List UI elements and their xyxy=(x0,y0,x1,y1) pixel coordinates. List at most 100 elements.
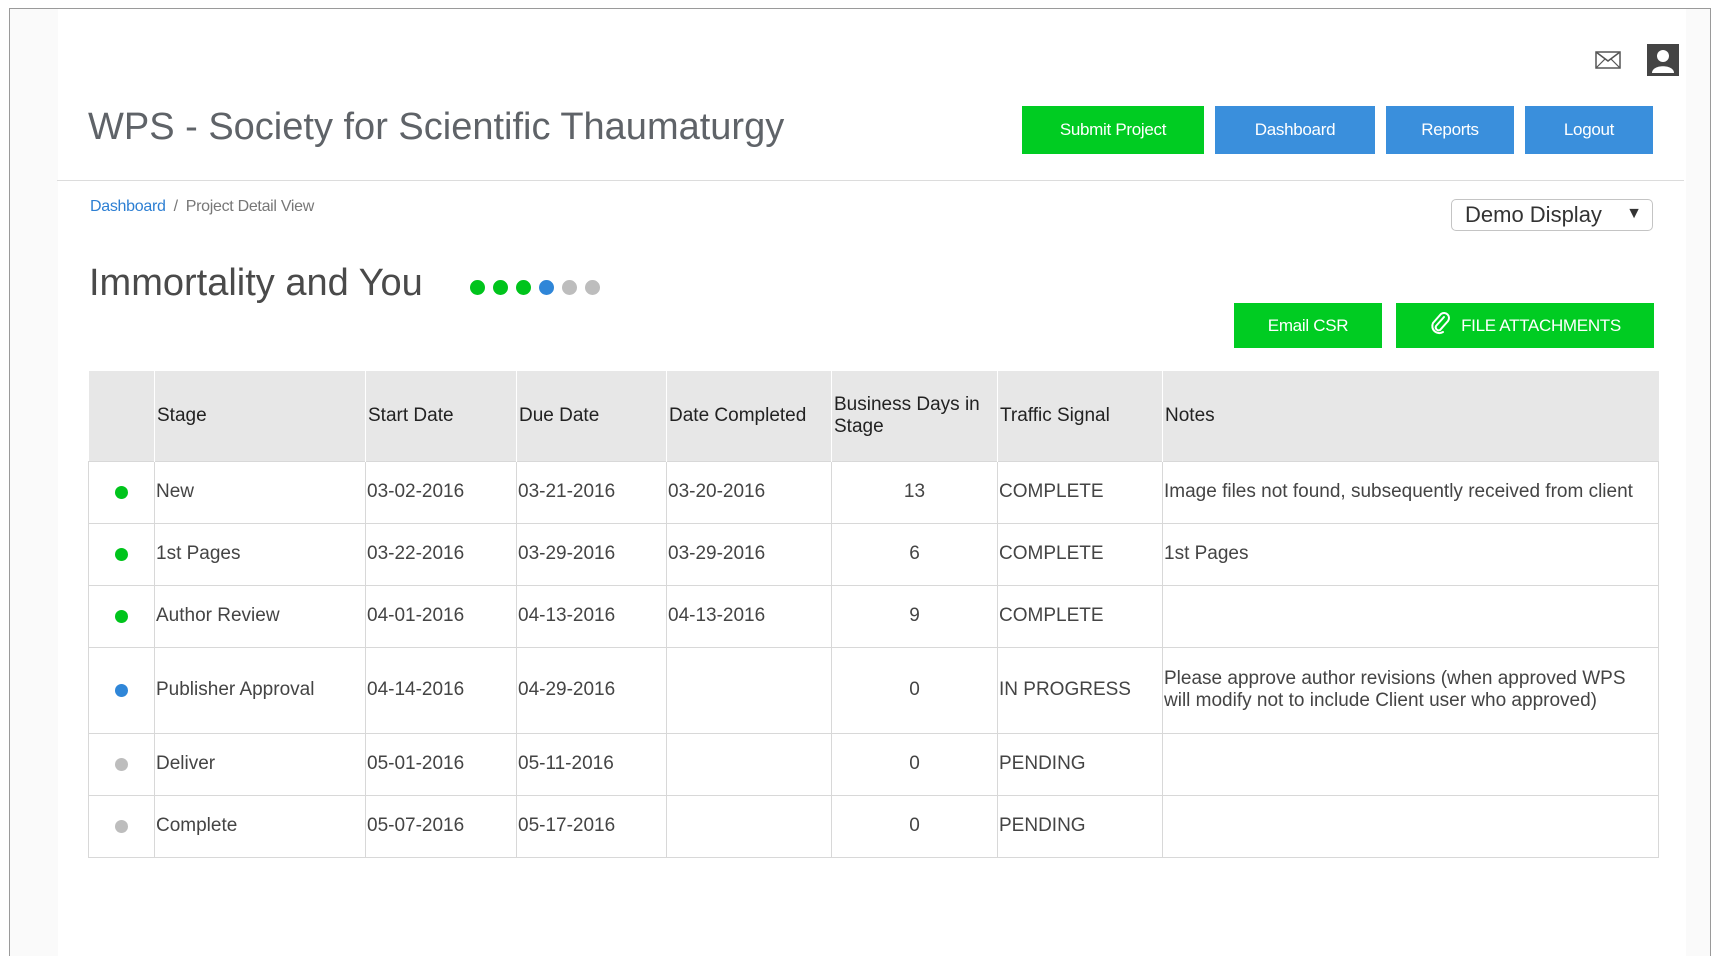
header-notes: Notes xyxy=(1162,371,1659,461)
top-icon-bar xyxy=(1595,44,1679,76)
start-date-cell: 05-07-2016 xyxy=(365,794,517,858)
file-attachments-label: FILE ATTACHMENTS xyxy=(1461,315,1621,335)
breadcrumb-separator: / xyxy=(173,198,178,215)
table-header-row: Stage Start Date Due Date Date Completed… xyxy=(88,371,1659,461)
business-days-cell: 0 xyxy=(831,732,998,796)
header-start-date: Start Date xyxy=(365,371,517,461)
start-date-cell: 05-01-2016 xyxy=(365,732,517,796)
main-nav: Submit Project Dashboard Reports Logout xyxy=(1022,106,1653,154)
due-date-cell: 04-13-2016 xyxy=(516,584,667,648)
status-cell xyxy=(88,584,155,648)
notes-cell xyxy=(1162,732,1659,796)
stage-cell: Complete xyxy=(154,794,366,858)
start-date-cell: 04-14-2016 xyxy=(365,646,517,734)
table-row: Author Review 04-01-2016 04-13-2016 04-13-2… xyxy=(88,584,1659,648)
business-days-cell: 9 xyxy=(831,584,998,648)
table-row: New 03-02-2016 03-21-2016 03-20-2016 13 COMPL… xyxy=(88,460,1659,524)
table-row: Deliver 05-01-2016 05-11-2016 0 PENDING xyxy=(88,732,1659,796)
stage-cell: Author Review xyxy=(154,584,366,648)
right-gutter xyxy=(1686,9,1710,956)
due-date-cell: 03-29-2016 xyxy=(516,522,667,586)
status-dot-icon xyxy=(115,547,128,561)
traffic-signal-cell: IN PROGRESS xyxy=(997,646,1163,734)
breadcrumb-dashboard-link[interactable]: Dashboard xyxy=(90,198,166,216)
business-days-cell: 13 xyxy=(831,460,998,524)
table-row: 1st Pages 03-22-2016 03-29-2016 03-29-2016 6… xyxy=(88,522,1659,586)
progress-dot xyxy=(539,280,554,295)
table-row: Complete 05-07-2016 05-17-2016 0 PENDING xyxy=(88,794,1659,858)
mail-icon[interactable] xyxy=(1595,51,1621,69)
stage-progress-indicator xyxy=(470,280,600,295)
header-due-date: Due Date xyxy=(516,371,667,461)
table-row: Publisher Approval 04-14-2016 04-29-2016 0 I… xyxy=(88,646,1659,734)
project-title: Immortality and You xyxy=(89,262,423,304)
progress-dot xyxy=(516,280,531,295)
date-completed-cell: 03-29-2016 xyxy=(666,522,832,586)
header-status xyxy=(88,371,155,461)
status-dot-icon xyxy=(115,819,128,833)
notes-cell xyxy=(1162,794,1659,858)
stage-cell: Publisher Approval xyxy=(154,646,366,734)
status-cell xyxy=(88,794,155,858)
due-date-cell: 05-11-2016 xyxy=(516,732,667,796)
header-divider xyxy=(57,180,1684,181)
logout-button[interactable]: Logout xyxy=(1525,106,1653,154)
paperclip-icon xyxy=(1429,311,1451,340)
business-days-cell: 0 xyxy=(831,646,998,734)
breadcrumb-current: Project Detail View xyxy=(185,198,315,215)
status-dot-icon xyxy=(115,609,128,623)
stage-table: Stage Start Date Due Date Date Completed… xyxy=(88,371,1659,858)
status-dot-icon xyxy=(115,485,128,499)
left-gutter xyxy=(10,9,58,956)
due-date-cell: 05-17-2016 xyxy=(516,794,667,858)
traffic-signal-cell: COMPLETE xyxy=(997,522,1163,586)
due-date-cell: 04-29-2016 xyxy=(516,646,667,734)
start-date-cell: 03-02-2016 xyxy=(365,460,517,524)
submit-project-button[interactable]: Submit Project xyxy=(1022,106,1204,154)
progress-dot xyxy=(470,280,485,295)
status-cell xyxy=(88,460,155,524)
header-traffic-signal: Traffic Signal xyxy=(997,371,1163,461)
start-date-cell: 03-22-2016 xyxy=(365,522,517,586)
project-actions: Email CSR FILE ATTACHMENTS xyxy=(1234,303,1654,348)
status-dot-icon xyxy=(115,683,128,697)
traffic-signal-cell: COMPLETE xyxy=(997,584,1163,648)
notes-cell: Please approve author revisions (when ap… xyxy=(1162,646,1659,734)
notes-cell: 1st Pages xyxy=(1162,522,1659,586)
dashboard-button[interactable]: Dashboard xyxy=(1215,106,1375,154)
due-date-cell: 03-21-2016 xyxy=(516,460,667,524)
stage-cell: New xyxy=(154,460,366,524)
progress-dot xyxy=(585,280,600,295)
status-cell xyxy=(88,646,155,734)
status-cell xyxy=(88,522,155,586)
date-completed-cell xyxy=(666,732,832,796)
business-days-cell: 0 xyxy=(831,794,998,858)
header-business-days: Business Days in Stage xyxy=(831,371,998,461)
display-select[interactable]: Demo Display ▼ xyxy=(1451,199,1653,231)
display-select-value: Demo Display xyxy=(1465,202,1602,227)
date-completed-cell: 04-13-2016 xyxy=(666,584,832,648)
file-attachments-button[interactable]: FILE ATTACHMENTS xyxy=(1396,303,1654,348)
date-completed-cell xyxy=(666,794,832,858)
app-title: WPS - Society for Scientific Thaumaturgy xyxy=(88,106,785,148)
header-stage: Stage xyxy=(154,371,366,461)
stage-cell: Deliver xyxy=(154,732,366,796)
date-completed-cell xyxy=(666,646,832,734)
notes-cell xyxy=(1162,584,1659,648)
reports-button[interactable]: Reports xyxy=(1386,106,1514,154)
stage-cell: 1st Pages xyxy=(154,522,366,586)
progress-dot xyxy=(562,280,577,295)
chevron-down-icon: ▼ xyxy=(1626,205,1642,222)
email-csr-button[interactable]: Email CSR xyxy=(1234,303,1382,348)
progress-dot xyxy=(493,280,508,295)
header-date-completed: Date Completed xyxy=(666,371,832,461)
business-days-cell: 6 xyxy=(831,522,998,586)
status-cell xyxy=(88,732,155,796)
breadcrumb: Dashboard / Project Detail View xyxy=(90,198,314,216)
date-completed-cell: 03-20-2016 xyxy=(666,460,832,524)
traffic-signal-cell: PENDING xyxy=(997,732,1163,796)
status-dot-icon xyxy=(115,757,128,771)
traffic-signal-cell: PENDING xyxy=(997,794,1163,858)
start-date-cell: 04-01-2016 xyxy=(365,584,517,648)
user-icon[interactable] xyxy=(1647,44,1679,76)
